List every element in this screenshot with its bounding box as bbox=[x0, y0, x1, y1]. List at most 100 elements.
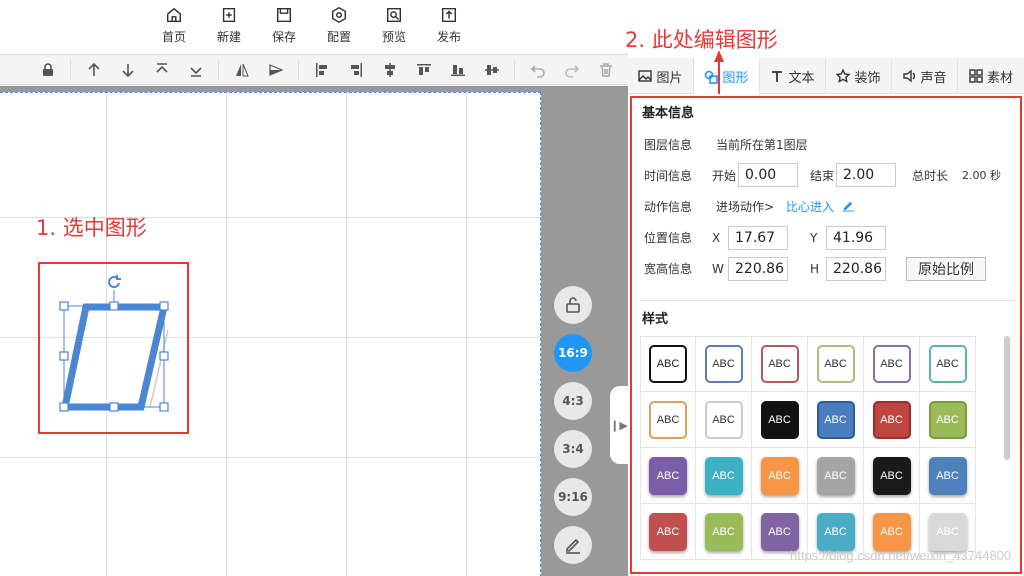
swatch-label: ABC bbox=[872, 400, 911, 439]
style-swatch[interactable]: ABC bbox=[696, 504, 752, 560]
y-label: Y bbox=[810, 231, 818, 245]
swatch-label: ABC bbox=[760, 345, 799, 383]
style-swatch[interactable]: ABC bbox=[864, 448, 920, 504]
publish-button[interactable]: 发布 bbox=[429, 6, 469, 45]
style-swatch[interactable]: ABC bbox=[696, 336, 752, 392]
swatch-label: ABC bbox=[704, 345, 743, 383]
align-top-icon[interactable] bbox=[416, 62, 432, 78]
publish-label: 发布 bbox=[436, 30, 461, 44]
swatch-label: ABC bbox=[649, 456, 687, 495]
style-swatch[interactable]: ABC bbox=[640, 392, 696, 448]
y-input[interactable]: 41.96 bbox=[826, 226, 886, 250]
move-top-icon[interactable] bbox=[154, 62, 170, 78]
style-swatch[interactable]: ABC bbox=[808, 392, 864, 448]
edit-icon[interactable] bbox=[554, 526, 592, 564]
edit-action-icon[interactable] bbox=[842, 199, 855, 212]
move-down-icon[interactable] bbox=[120, 62, 136, 78]
original-ratio-button[interactable]: 原始比例 bbox=[906, 257, 986, 281]
panel-tabs: 图片 图形 文本 装饰 声音 素材 bbox=[628, 58, 1024, 95]
home-button[interactable]: 首页 bbox=[154, 6, 194, 45]
align-center-horizontal-icon[interactable] bbox=[382, 62, 398, 78]
end-time-input[interactable]: 2.00 bbox=[836, 163, 896, 187]
tab-sound[interactable]: 声音 bbox=[892, 58, 958, 94]
collapse-panel-handle[interactable]: ❙▶ bbox=[610, 386, 628, 464]
unlock-icon[interactable] bbox=[554, 286, 592, 324]
style-swatch[interactable]: ABC bbox=[640, 504, 696, 560]
save-button[interactable]: 保存 bbox=[264, 6, 304, 45]
end-label: 结束 bbox=[810, 169, 835, 183]
tab-material[interactable]: 素材 bbox=[958, 58, 1024, 94]
move-up-icon[interactable] bbox=[86, 62, 102, 78]
style-swatch[interactable]: ABC bbox=[640, 448, 696, 504]
style-swatch[interactable]: ABC bbox=[808, 448, 864, 504]
move-bottom-icon[interactable] bbox=[188, 62, 204, 78]
style-swatch[interactable]: ABC bbox=[920, 336, 976, 392]
new-button[interactable]: 新建 bbox=[209, 6, 249, 45]
swatch-label: ABC bbox=[649, 400, 687, 439]
settings-label: 配置 bbox=[326, 30, 351, 44]
ratio-9-16-button[interactable]: 9:16 bbox=[554, 478, 592, 516]
align-center-vertical-icon[interactable] bbox=[484, 62, 500, 78]
style-swatch[interactable]: ABC bbox=[640, 336, 696, 392]
settings-icon bbox=[331, 6, 347, 24]
swatch-label: ABC bbox=[872, 512, 911, 551]
lock-icon[interactable] bbox=[40, 62, 56, 78]
style-swatch[interactable]: ABC bbox=[864, 392, 920, 448]
tab-decoration[interactable]: 装饰 bbox=[826, 58, 892, 94]
layer-info-label: 图层信息 bbox=[644, 138, 693, 152]
style-swatch[interactable]: ABC bbox=[696, 392, 752, 448]
ratio-3-4-button[interactable]: 3:4 bbox=[554, 430, 592, 468]
home-icon bbox=[166, 7, 182, 23]
highlight-selected-shape bbox=[38, 262, 189, 434]
style-section-title: 样式 bbox=[642, 312, 669, 327]
style-swatch[interactable]: ABC bbox=[864, 336, 920, 392]
align-right-icon[interactable] bbox=[348, 62, 364, 78]
start-time-input[interactable]: 0.00 bbox=[738, 163, 798, 187]
width-input[interactable]: 220.86 bbox=[728, 257, 788, 281]
preview-button[interactable]: 预览 bbox=[374, 6, 414, 45]
swatch-label: ABC bbox=[928, 456, 967, 495]
x-input[interactable]: 17.67 bbox=[728, 226, 788, 250]
swatch-label: ABC bbox=[760, 512, 799, 551]
align-bottom-icon[interactable] bbox=[450, 62, 466, 78]
align-left-icon[interactable] bbox=[314, 62, 330, 78]
edit-toolbar bbox=[0, 54, 628, 85]
tab-shape[interactable]: 图形 bbox=[694, 58, 760, 95]
style-swatch[interactable]: ABC bbox=[752, 448, 808, 504]
delete-icon[interactable] bbox=[598, 62, 614, 78]
tab-image[interactable]: 图片 bbox=[628, 58, 694, 94]
redo-icon[interactable] bbox=[564, 62, 580, 78]
ratio-4-3-button[interactable]: 4:3 bbox=[554, 382, 592, 420]
swatch-label: ABC bbox=[928, 345, 967, 383]
swatch-label: ABC bbox=[816, 512, 855, 551]
flip-vertical-icon[interactable] bbox=[268, 62, 284, 78]
w-label: W bbox=[712, 262, 724, 276]
h-label: H bbox=[810, 262, 820, 276]
enter-action-link[interactable]: 比心进入 bbox=[786, 198, 834, 215]
style-swatch[interactable]: ABC bbox=[696, 448, 752, 504]
style-swatch[interactable]: ABC bbox=[920, 448, 976, 504]
swatch-label: ABC bbox=[704, 456, 743, 495]
sound-icon bbox=[903, 69, 916, 83]
new-label: 新建 bbox=[216, 30, 241, 44]
settings-button[interactable]: 配置 bbox=[319, 6, 359, 45]
flip-horizontal-icon[interactable] bbox=[234, 62, 250, 78]
save-icon bbox=[276, 7, 292, 23]
x-label: X bbox=[712, 231, 721, 245]
style-swatch[interactable]: ABC bbox=[920, 392, 976, 448]
annotation-select-shape: 1. 选中图形 bbox=[36, 216, 147, 240]
swatch-scrollbar[interactable] bbox=[1004, 336, 1010, 460]
layer-info-value: 当前所在第1图层 bbox=[716, 138, 808, 152]
swatch-label: ABC bbox=[816, 345, 855, 383]
style-swatch[interactable]: ABC bbox=[752, 336, 808, 392]
image-icon bbox=[638, 70, 653, 82]
undo-icon[interactable] bbox=[530, 62, 546, 78]
top-menu-bar: 首页 新建 保存 配置 预览 发布 bbox=[0, 0, 1024, 54]
ratio-16-9-button[interactable]: 16:9 bbox=[554, 334, 592, 372]
tab-text[interactable]: 文本 bbox=[760, 58, 826, 94]
style-swatch[interactable]: ABC bbox=[752, 392, 808, 448]
enter-action-label: 进场动作> bbox=[716, 200, 775, 214]
annotation-arrow-icon bbox=[714, 50, 724, 94]
style-swatch[interactable]: ABC bbox=[808, 336, 864, 392]
height-input[interactable]: 220.86 bbox=[826, 257, 886, 281]
